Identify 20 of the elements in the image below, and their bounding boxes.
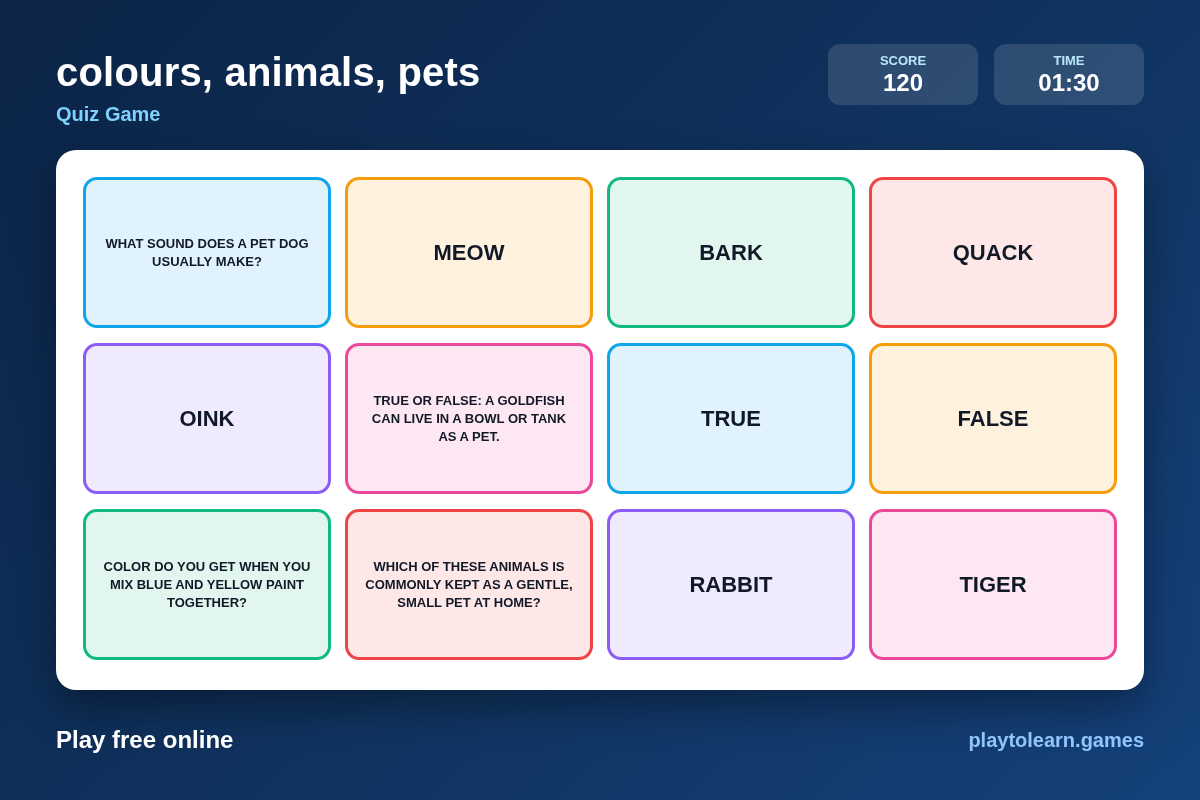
- answer-card[interactable]: BARK: [607, 177, 855, 328]
- answer-card[interactable]: MEOW: [345, 177, 593, 328]
- question-card[interactable]: TRUE OR FALSE: A GOLDFISH CAN LIVE IN A BOWL OR TANK AS A PET.: [345, 343, 593, 494]
- stat-label: TIME: [1053, 52, 1085, 68]
- question-card[interactable]: WHICH OF THESE ANIMALS IS COMMONLY KEPT AS A GENTLE, SMALL PET AT HOME?: [345, 509, 593, 660]
- stat-label: SCORE: [879, 52, 927, 68]
- answer-card[interactable]: FALSE: [869, 343, 1117, 494]
- site-link[interactable]: playtolearn.games: [968, 728, 1144, 752]
- answer-card[interactable]: TRUE: [607, 343, 855, 494]
- subtitle: Quiz Game: [56, 102, 161, 126]
- answer-card[interactable]: OINK: [83, 343, 331, 494]
- question-card[interactable]: COLOR DO YOU GET WHEN YOU MIX BLUE AND YELLOW PAINT TOGETHER?: [83, 509, 331, 660]
- footer-tagline: Play free online: [56, 726, 234, 754]
- answer-card[interactable]: TIGER: [869, 509, 1117, 660]
- answer-card[interactable]: RABBIT: [607, 509, 855, 660]
- stat-value: 120: [882, 68, 923, 97]
- page-title: colours, animals, pets: [56, 49, 481, 96]
- stat-value: 01:30: [1038, 68, 1100, 97]
- answer-card[interactable]: QUACK: [869, 177, 1117, 328]
- question-card[interactable]: WHAT SOUND DOES A PET DOG USUALLY MAKE?: [83, 177, 331, 328]
